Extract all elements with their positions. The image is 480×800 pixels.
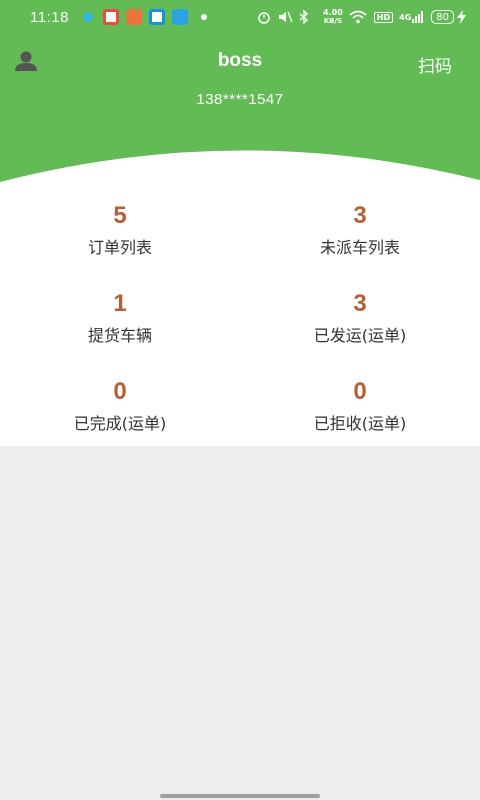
notification-icons — [81, 9, 207, 25]
app-icon — [102, 9, 119, 25]
stat-label: 已拒收(运单) — [313, 414, 407, 433]
stat-label: 提货车辆 — [87, 326, 152, 345]
notification-icon — [81, 11, 94, 23]
stat-value: 3 — [353, 290, 367, 317]
profile-header: boss 扫码 138****1547 — [0, 34, 480, 144]
stat-label: 订单列表 — [87, 238, 152, 257]
status-time: 11:18 — [30, 8, 69, 26]
stat-shipped[interactable]: 3 已发运(运单) — [240, 290, 480, 346]
page-title: boss — [217, 50, 263, 71]
stat-label: 已发运(运单) — [313, 326, 407, 345]
network-speed: 4.00 KB/S — [316, 8, 343, 26]
battery-level: 80 — [436, 11, 449, 23]
stat-value: 0 — [353, 378, 367, 405]
stat-value: 1 — [113, 290, 127, 317]
bluetooth-icon — [299, 10, 309, 24]
signal-icon — [412, 11, 424, 23]
telegram-icon — [171, 9, 188, 25]
network-speed-value: 4.00 — [323, 8, 343, 17]
stats-panel: 5 订单列表 3 未派车列表 1 提货车辆 3 已发运(运单) 0 已完成(运单… — [0, 186, 480, 446]
battery-indicator: 80 — [431, 10, 454, 24]
wifi-icon — [349, 10, 367, 24]
charging-icon — [457, 10, 466, 24]
stat-label: 已完成(运单) — [73, 414, 167, 433]
phone-number: 138****1547 — [196, 91, 284, 108]
stat-rejected[interactable]: 0 已拒收(运单) — [240, 378, 480, 434]
stat-pickup-vehicles[interactable]: 1 提货车辆 — [0, 290, 240, 346]
app-icon — [125, 9, 142, 25]
status-bar: 11:18 4.00 KB/S HD 4G 80 — [0, 0, 480, 34]
network-speed-unit: KB/S — [323, 17, 343, 25]
alarm-icon — [258, 12, 270, 24]
home-indicator[interactable] — [160, 794, 320, 798]
stat-value: 5 — [113, 202, 127, 229]
stat-completed[interactable]: 0 已完成(运单) — [0, 378, 240, 434]
signal-label: 4G — [399, 12, 412, 22]
scan-button[interactable]: 扫码 — [418, 52, 452, 77]
header-curve — [0, 140, 480, 186]
app-icon — [148, 9, 165, 25]
mute-icon — [279, 11, 293, 23]
stat-unassigned-list[interactable]: 3 未派车列表 — [240, 202, 480, 258]
stat-label: 未派车列表 — [319, 238, 400, 257]
stat-value: 0 — [113, 378, 127, 405]
more-notifications-dot — [200, 14, 207, 20]
status-right: 4.00 KB/S HD 4G 80 — [257, 9, 466, 25]
stat-value: 3 — [353, 202, 367, 229]
stat-order-list[interactable]: 5 订单列表 — [0, 202, 240, 258]
hd-badge: HD — [373, 11, 394, 23]
